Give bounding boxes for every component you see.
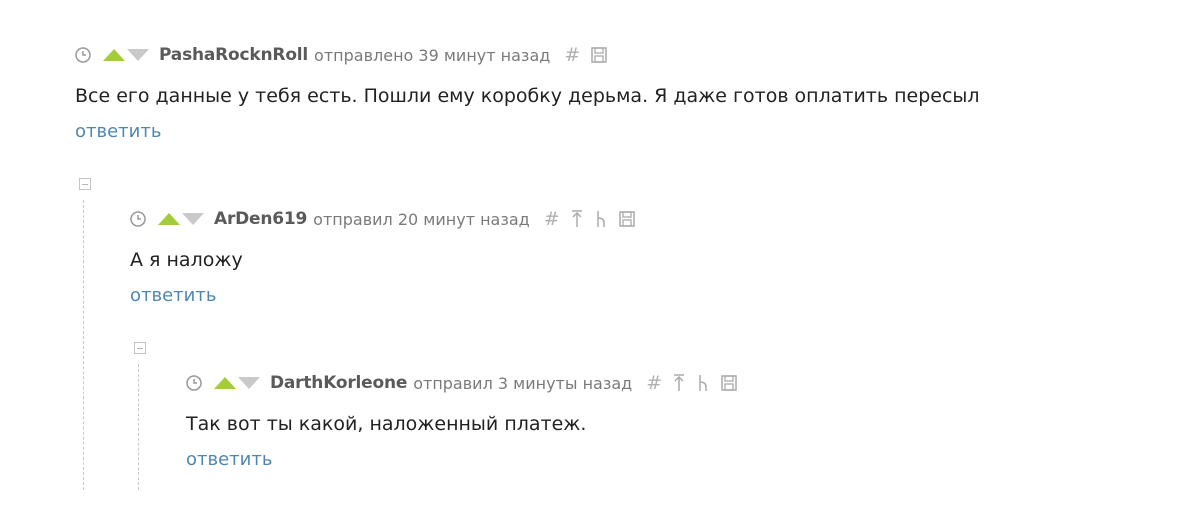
reply-link[interactable]: ответить [130,285,216,306]
vote-controls [214,377,260,389]
save-icon[interactable] [590,46,608,64]
comment-meta: ArDen619 отправил 20 минут назад # [130,207,646,231]
upvote-icon[interactable] [103,49,125,61]
downvote-icon[interactable] [238,377,260,389]
branch-icon[interactable] [696,373,710,393]
upvote-icon[interactable] [158,213,180,225]
collapse-minus-icon[interactable] [134,342,146,354]
save-icon[interactable] [618,210,636,228]
reply-link[interactable]: ответить [75,121,161,142]
reply-link[interactable]: ответить [186,449,272,470]
clock-icon[interactable] [75,47,91,63]
save-icon[interactable] [720,374,738,392]
vote-controls [158,213,204,225]
hash-icon[interactable]: # [646,373,662,393]
hash-icon[interactable]: # [544,209,560,229]
clock-icon[interactable] [186,375,202,391]
downvote-icon[interactable] [182,213,204,225]
thread-line [138,364,139,490]
comment-2: ArDen619 отправил 20 минут назад # А я н… [130,207,646,306]
sent-time: отправил 3 минуты назад [413,373,633,393]
username[interactable]: PashaRocknRoll [159,45,308,65]
clock-icon[interactable] [130,211,146,227]
thread-line [83,200,84,490]
previous-comment-remnant: ⌒ ⌒ ⌒ ⌒ ⌒ ⌒ ⌒ [75,0,285,2]
comment-text: А я наложу [130,249,243,271]
arrow-up-icon[interactable] [672,373,686,393]
sent-time: отправлено 39 минут назад [314,45,551,65]
arrow-up-icon[interactable] [570,209,584,229]
username[interactable]: DarthKorleone [270,373,407,393]
comment-meta: DarthKorleone отправил 3 минуты назад # [186,371,748,395]
vote-controls [103,49,149,61]
username[interactable]: ArDen619 [214,209,307,229]
comment-text: Все его данные у тебя есть. Пошли ему ко… [75,85,980,107]
sent-time: отправил 20 минут назад [313,209,530,229]
comment-meta: PashaRocknRoll отправлено 39 минут назад… [75,43,980,67]
downvote-icon[interactable] [127,49,149,61]
collapse-minus-icon[interactable] [79,178,91,190]
comment-text: Так вот ты какой, наложенный платеж. [186,413,587,435]
comment-1: PashaRocknRoll отправлено 39 минут назад… [75,43,980,142]
hash-icon[interactable]: # [564,45,580,65]
comment-3: DarthKorleone отправил 3 минуты назад # … [186,371,748,470]
upvote-icon[interactable] [214,377,236,389]
branch-icon[interactable] [594,209,608,229]
